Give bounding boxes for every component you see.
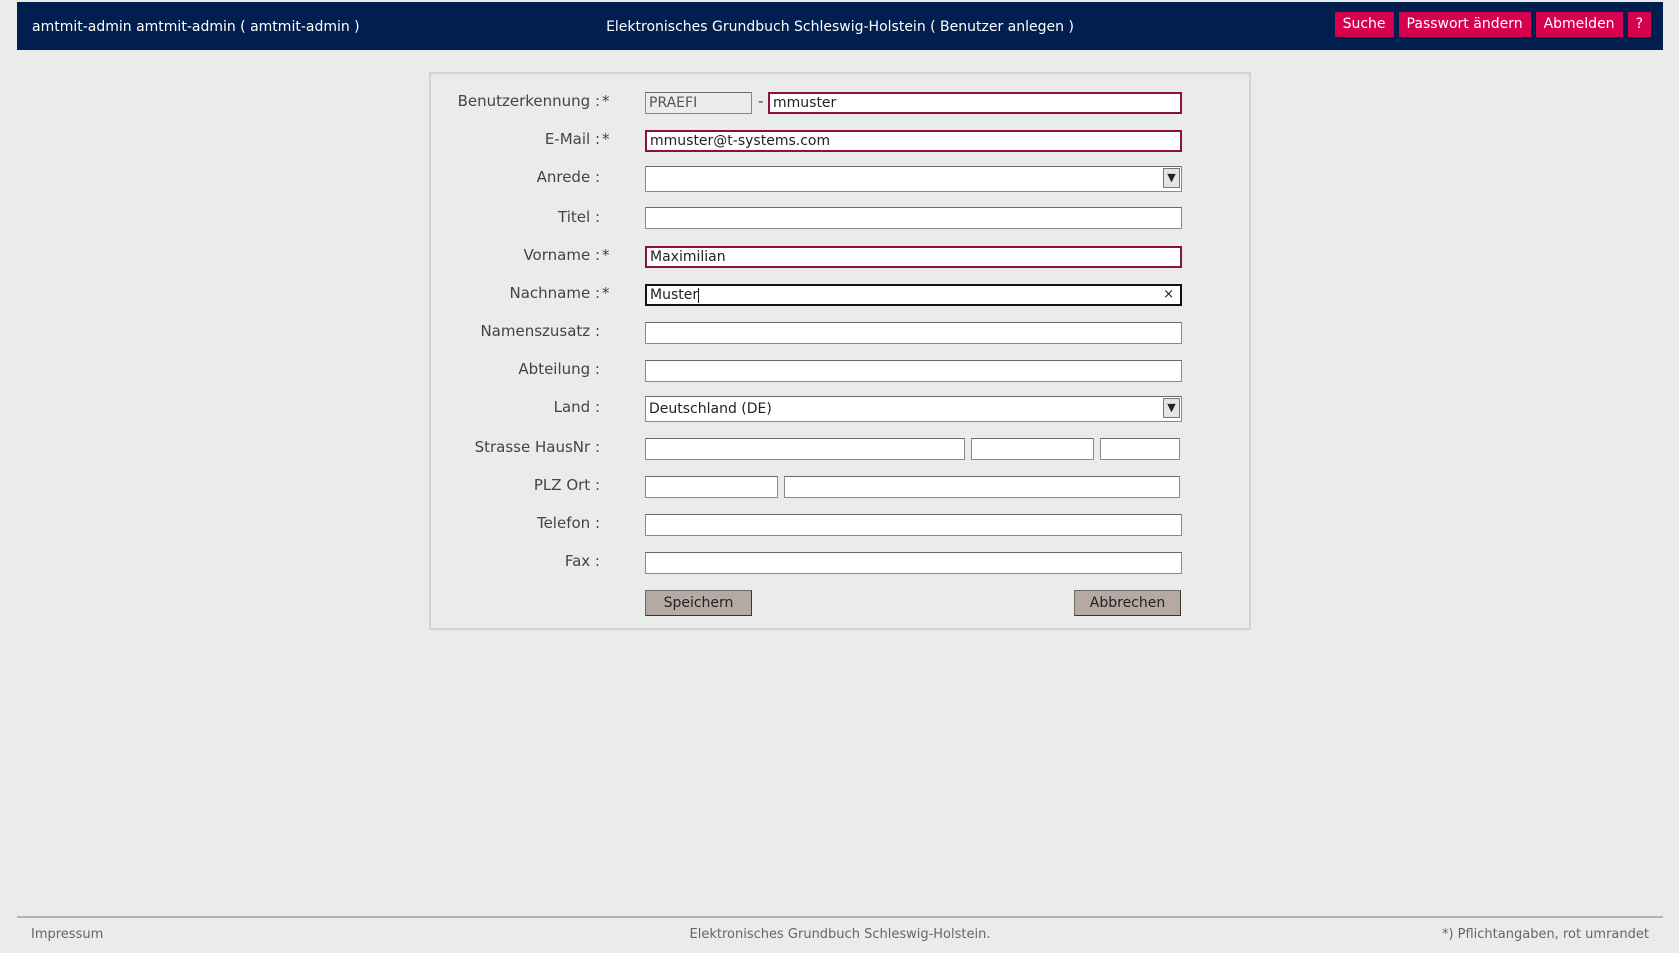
search-button[interactable]: Suche [1334, 12, 1394, 37]
benutzerkennung-label-text: Benutzerkennung : [457, 92, 600, 110]
email-label: E-Mail : * [431, 130, 616, 148]
footer: Impressum Elektronisches Grundbuch Schle… [17, 916, 1663, 948]
titel-label-text: Titel : [558, 208, 600, 226]
user-prefix-field: PRAEFI [645, 92, 752, 114]
plz-input[interactable] [645, 476, 778, 498]
change-password-button[interactable]: Passwort ändern [1398, 12, 1531, 37]
vorname-label: Vorname : * [431, 246, 616, 264]
titel-input[interactable] [645, 207, 1182, 229]
vorname-input[interactable]: Maximilian [645, 246, 1182, 268]
telefon-label: Telefon : [431, 514, 616, 532]
land-label: Land : [431, 398, 616, 416]
email-input[interactable]: mmuster@t-systems.com [645, 130, 1182, 152]
benutzerkennung-label: Benutzerkennung : * [431, 92, 616, 110]
nachname-input[interactable]: Muster × [645, 284, 1182, 306]
required-marker: * [602, 92, 610, 110]
namenszusatz-label: Namenszusatz : [431, 322, 616, 340]
street-input[interactable] [645, 438, 965, 460]
fax-label: Fax : [431, 552, 616, 570]
required-marker: * [602, 246, 610, 264]
clear-icon[interactable]: × [1163, 286, 1174, 304]
plzort-label-text: PLZ Ort : [533, 476, 600, 494]
nachname-value: Muster [650, 287, 699, 303]
anrede-label-text: Anrede : [536, 168, 600, 186]
required-note: *) Pflichtangaben, rot umrandet [1441, 927, 1649, 942]
fax-input[interactable] [645, 552, 1182, 574]
vorname-label-text: Vorname : [523, 246, 600, 264]
prefix-separator: - [758, 92, 764, 110]
top-nav: Suche Passwort ändern Abmelden ? [1334, 12, 1651, 37]
email-label-text: E-Mail : [544, 130, 600, 148]
nachname-label-text: Nachname : [509, 284, 600, 302]
create-user-form: Benutzerkennung : * PRAEFI - mmuster E-Ma… [429, 72, 1251, 630]
save-button[interactable]: Speichern [645, 590, 752, 616]
abteilung-label: Abteilung : [431, 360, 616, 378]
land-label-text: Land : [553, 398, 600, 416]
help-button[interactable]: ? [1627, 12, 1651, 37]
abteilung-input[interactable] [645, 360, 1182, 382]
logout-button[interactable]: Abmelden [1535, 12, 1623, 37]
titel-label: Titel : [431, 208, 616, 226]
anrede-label: Anrede : [431, 168, 616, 186]
required-marker: * [602, 130, 610, 148]
namenszusatz-label-text: Namenszusatz : [480, 322, 600, 340]
chevron-down-icon[interactable]: ▼ [1163, 398, 1180, 418]
top-bar: amtmit-admin amtmit-admin ( amtmit-admin… [17, 2, 1663, 50]
namenszusatz-input[interactable] [645, 322, 1182, 344]
house-number-suffix-input[interactable] [1100, 438, 1180, 460]
required-marker: * [602, 284, 610, 302]
ort-input[interactable] [784, 476, 1180, 498]
cancel-button[interactable]: Abbrechen [1074, 590, 1181, 616]
telefon-label-text: Telefon : [536, 514, 600, 532]
plzort-label: PLZ Ort : [431, 476, 616, 494]
text-cursor [698, 287, 700, 303]
anrede-select[interactable]: ▼ [645, 166, 1182, 192]
nachname-label: Nachname : * [431, 284, 616, 302]
strasse-label-text: Strasse HausNr : [474, 438, 600, 456]
house-number-input[interactable] [971, 438, 1094, 460]
land-select-value: Deutschland (DE) [649, 401, 772, 417]
land-select[interactable]: Deutschland (DE) ▼ [645, 396, 1182, 422]
fax-label-text: Fax : [564, 552, 600, 570]
chevron-down-icon[interactable]: ▼ [1163, 168, 1180, 188]
strasse-label: Strasse HausNr : [431, 438, 616, 456]
telefon-input[interactable] [645, 514, 1182, 536]
username-input[interactable]: mmuster [768, 92, 1182, 114]
footer-title: Elektronisches Grundbuch Schleswig-Holst… [689, 927, 991, 942]
abteilung-label-text: Abteilung : [518, 360, 600, 378]
